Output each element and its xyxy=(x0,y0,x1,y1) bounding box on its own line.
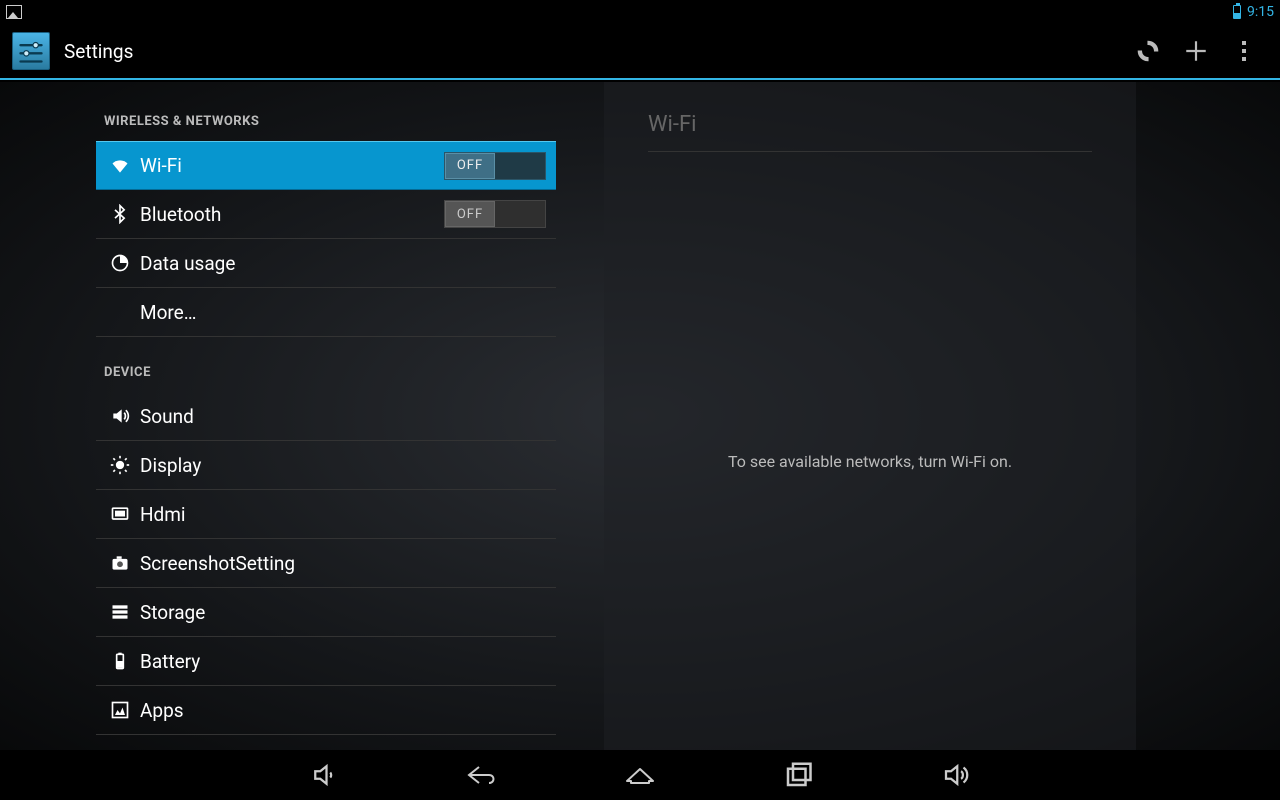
sidebar-item-sound[interactable]: Sound xyxy=(96,392,556,441)
volume-down-button[interactable] xyxy=(300,751,348,799)
sidebar-item-apps[interactable]: Apps xyxy=(96,686,556,735)
section-header-personal: PERSONAL xyxy=(96,735,556,750)
sidebar-item-label: Wi-Fi xyxy=(140,154,444,177)
action-bar: Settings xyxy=(0,24,1280,80)
toggle-state: OFF xyxy=(445,201,495,227)
overflow-menu-button[interactable] xyxy=(1220,27,1268,75)
detail-message: To see available networks, turn Wi-Fi on… xyxy=(648,452,1092,471)
sidebar-item-label: Apps xyxy=(140,699,546,722)
display-icon xyxy=(104,455,136,475)
overflow-icon xyxy=(1242,41,1246,61)
section-header-device: DEVICE xyxy=(96,337,556,392)
volume-up-button[interactable] xyxy=(932,751,980,799)
section-header-wireless: WIRELESS & NETWORKS xyxy=(96,82,556,141)
detail-title: Wi-Fi xyxy=(648,112,1092,152)
hdmi-icon xyxy=(104,504,136,524)
page-title: Settings xyxy=(64,40,1124,63)
add-button[interactable] xyxy=(1172,27,1220,75)
sidebar-item-label: Bluetooth xyxy=(140,203,444,226)
sidebar-item-label: Display xyxy=(140,454,546,477)
recent-apps-button[interactable] xyxy=(774,751,822,799)
detail-panel: Wi-Fi To see available networks, turn Wi… xyxy=(556,82,1184,750)
sidebar-item-battery[interactable]: Battery xyxy=(96,637,556,686)
sidebar-item-label: Sound xyxy=(140,405,546,428)
status-time: 9:15 xyxy=(1247,4,1274,20)
sidebar-item-label: More… xyxy=(104,301,546,324)
back-button[interactable] xyxy=(458,751,506,799)
sidebar-item-hdmi[interactable]: Hdmi xyxy=(96,490,556,539)
battery-icon xyxy=(104,651,136,671)
sidebar-item-label: Hdmi xyxy=(140,503,546,526)
bluetooth-icon xyxy=(104,204,136,224)
battery-icon xyxy=(1233,5,1241,19)
home-button[interactable] xyxy=(616,751,664,799)
sidebar-item-label: Storage xyxy=(140,601,546,624)
wifi-toggle[interactable]: OFF xyxy=(444,152,546,180)
apps-icon xyxy=(104,700,136,720)
settings-app-icon xyxy=(12,32,50,70)
sidebar-item-bluetooth[interactable]: Bluetooth OFF xyxy=(96,190,556,239)
sidebar-item-data-usage[interactable]: Data usage xyxy=(96,239,556,288)
settings-sidebar: WIRELESS & NETWORKS Wi-Fi OFF Bluetooth … xyxy=(96,82,556,750)
wifi-icon xyxy=(104,156,136,176)
navigation-bar xyxy=(0,750,1280,800)
sidebar-item-label: Battery xyxy=(140,650,546,673)
toggle-state: OFF xyxy=(445,153,495,179)
sidebar-item-wifi[interactable]: Wi-Fi OFF xyxy=(96,141,556,190)
bluetooth-toggle[interactable]: OFF xyxy=(444,200,546,228)
camera-icon xyxy=(104,553,136,573)
status-bar: 9:15 xyxy=(0,0,1280,24)
sidebar-item-more[interactable]: More… xyxy=(96,288,556,337)
storage-icon xyxy=(104,602,136,622)
sidebar-item-screenshot[interactable]: ScreenshotSetting xyxy=(96,539,556,588)
sidebar-item-label: ScreenshotSetting xyxy=(140,552,546,575)
sidebar-item-label: Data usage xyxy=(140,252,546,275)
refresh-button[interactable] xyxy=(1124,27,1172,75)
sound-icon xyxy=(104,406,136,426)
sidebar-item-display[interactable]: Display xyxy=(96,441,556,490)
data-usage-icon xyxy=(104,253,136,273)
picture-icon xyxy=(6,5,22,19)
sidebar-item-storage[interactable]: Storage xyxy=(96,588,556,637)
